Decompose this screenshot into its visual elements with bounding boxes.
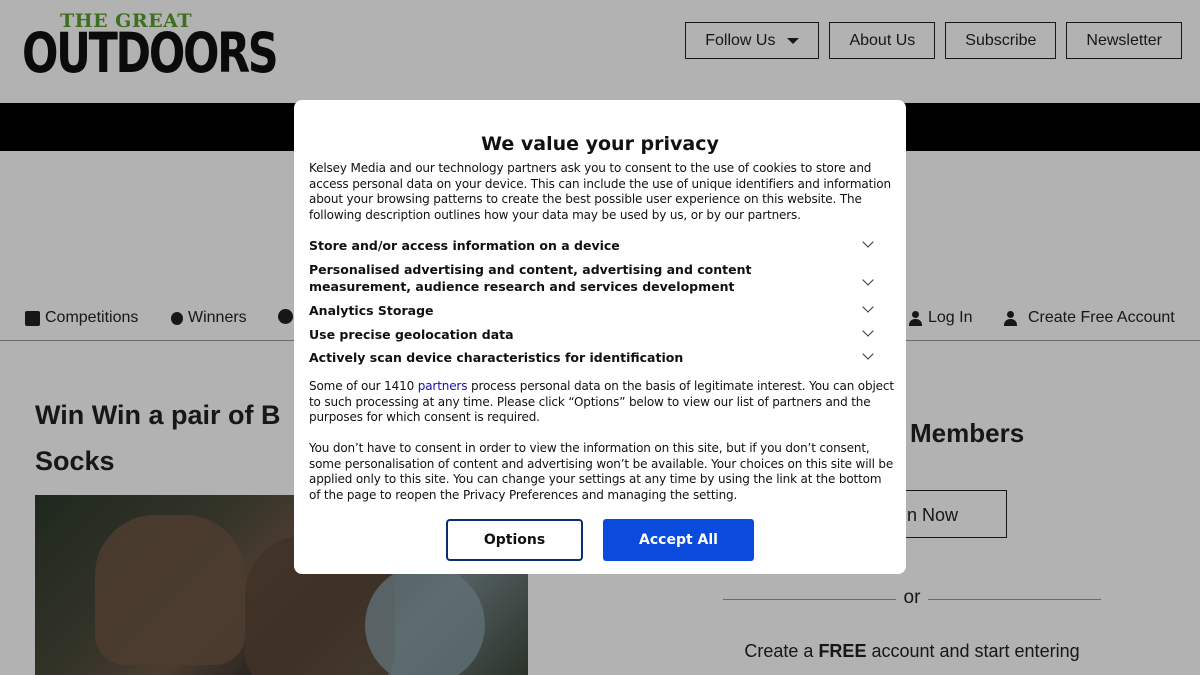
chevron-down-icon[interactable] <box>862 348 874 360</box>
chevron-down-icon[interactable] <box>862 301 874 313</box>
accept-all-button[interactable]: Accept All <box>603 519 754 561</box>
legit-prefix: Some of our 1410 <box>309 379 418 393</box>
purpose-scan-device[interactable]: Actively scan device characteristics for… <box>309 348 894 366</box>
purpose-store-access[interactable]: Store and/or access information on a dev… <box>309 236 894 254</box>
chevron-down-icon[interactable] <box>862 274 874 286</box>
dialog-title: We value your privacy <box>481 133 719 155</box>
legitimate-interest-text: Some of our 1410 partners process person… <box>309 379 894 426</box>
purpose-analytics-storage[interactable]: Analytics Storage <box>309 301 894 319</box>
purpose-label: Use precise geolocation data <box>309 327 514 342</box>
purpose-personalised-ads[interactable]: Personalised advertising and content, ad… <box>309 261 894 295</box>
dialog-intro-text: Kelsey Media and our technology partners… <box>309 161 891 222</box>
purpose-label: Store and/or access information on a dev… <box>309 238 620 253</box>
purpose-label: Personalised advertising and content, ad… <box>309 262 752 294</box>
chevron-down-icon[interactable] <box>862 236 874 248</box>
purpose-label: Actively scan device characteristics for… <box>309 350 684 365</box>
partners-link[interactable]: partners <box>418 379 468 393</box>
no-consent-text: You don’t have to consent in order to vi… <box>309 441 894 502</box>
options-button[interactable]: Options <box>446 519 583 561</box>
chevron-down-icon[interactable] <box>862 325 874 337</box>
purpose-geolocation[interactable]: Use precise geolocation data <box>309 325 894 343</box>
purpose-label: Analytics Storage <box>309 303 434 318</box>
privacy-consent-dialog: We value your privacy Kelsey Media and o… <box>294 100 906 574</box>
